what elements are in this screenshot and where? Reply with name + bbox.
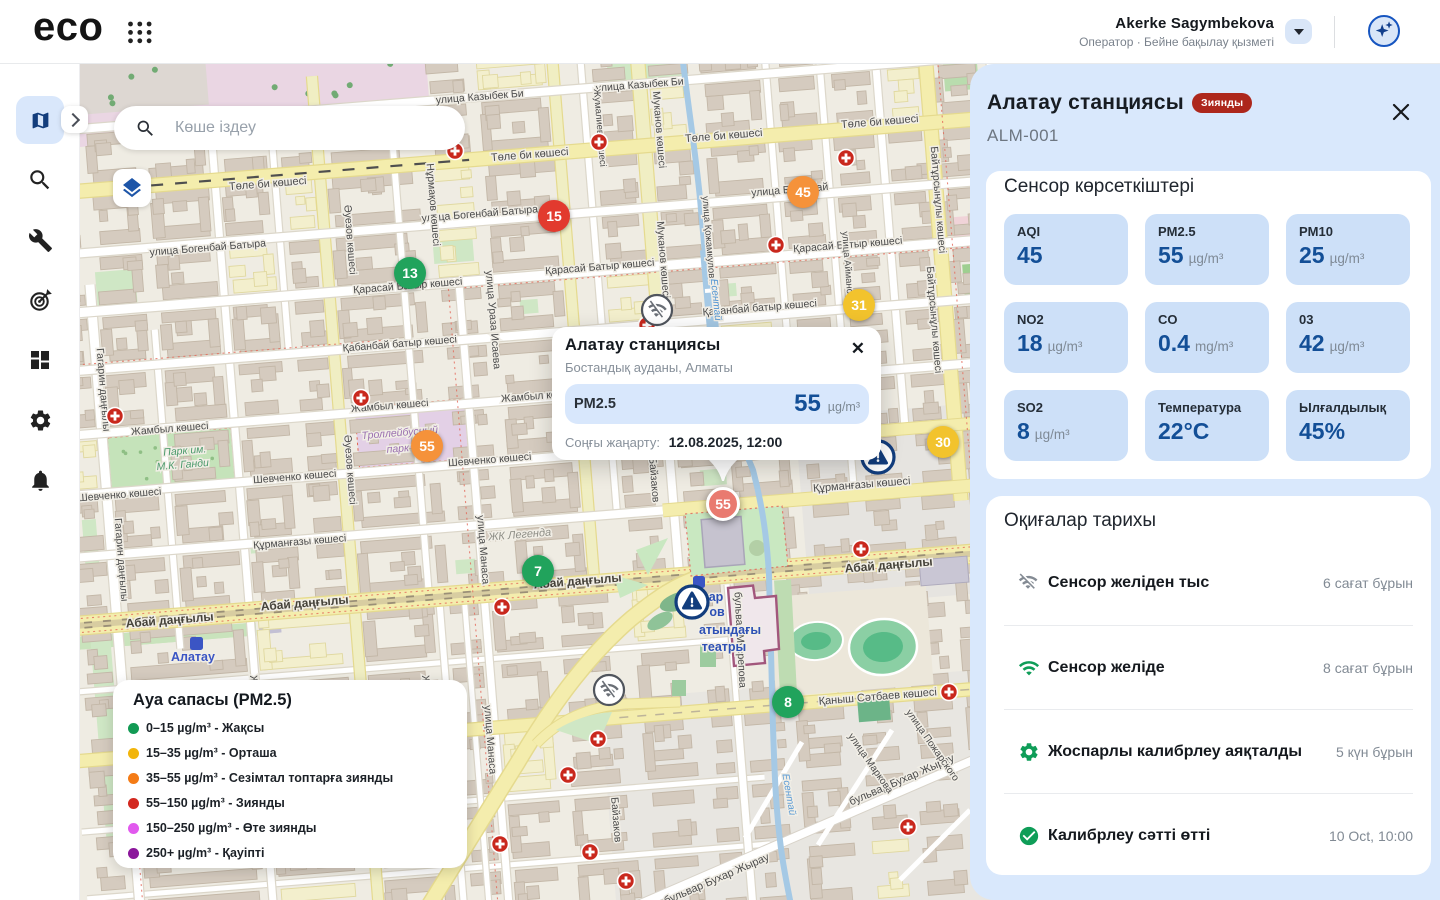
svg-text:ов: ов	[709, 605, 725, 619]
svg-text:Алатау: Алатау	[171, 650, 215, 664]
svg-text:ар: ар	[709, 590, 724, 604]
svg-text:театры: театры	[702, 640, 746, 654]
svg-text:атындағы: атындағы	[699, 623, 761, 637]
svg-text:парк: парк	[386, 442, 410, 456]
